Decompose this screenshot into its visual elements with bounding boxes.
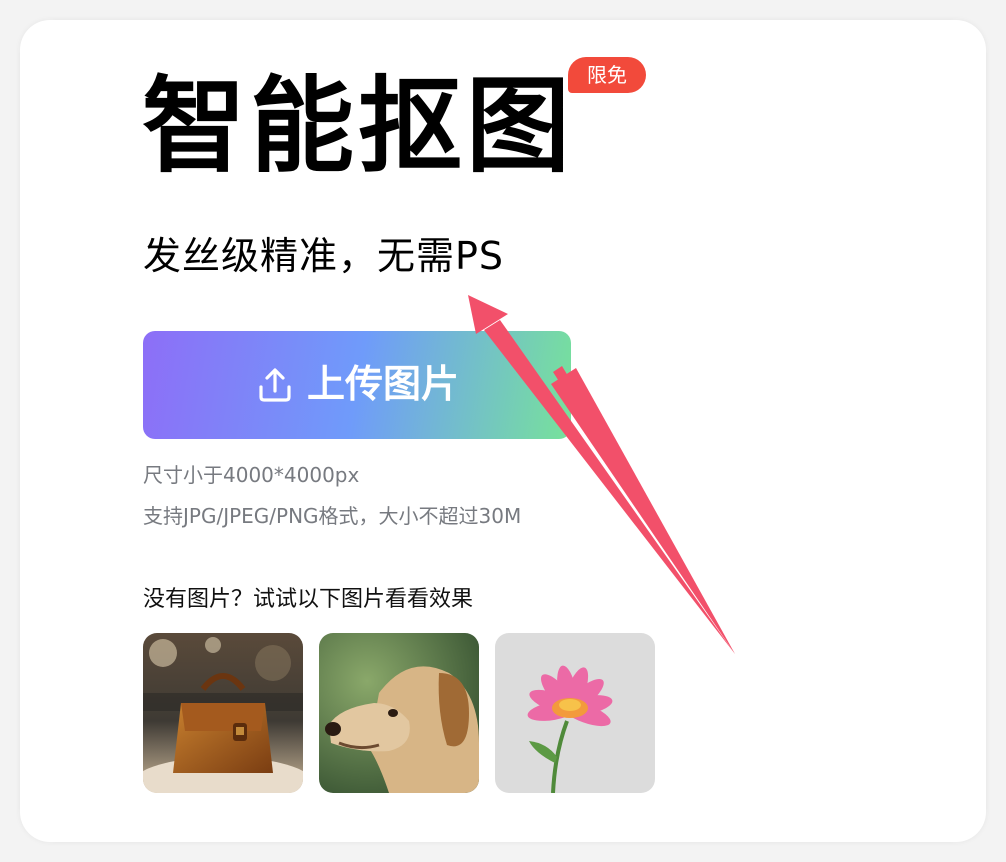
upload-icon (255, 365, 295, 405)
page-title: 智能抠图 (142, 65, 575, 187)
sample-image-dog[interactable] (319, 633, 479, 793)
size-hint: 尺寸小于4000*4000px (143, 463, 360, 487)
sample-image-flower[interactable] (495, 633, 655, 793)
samples-title: 没有图片？试试以下图片看看效果 (143, 587, 474, 612)
upload-button-label: 上传图片 (306, 364, 459, 406)
page-subtitle: 发丝级精准，无需PS (143, 234, 505, 278)
format-hint: 支持JPG/JPEG/PNG格式，大小不超过30M (143, 504, 522, 528)
upload-image-button[interactable]: 上传图片 (143, 331, 571, 439)
sample-image-handbag[interactable] (143, 633, 303, 793)
free-badge: 限免 (568, 57, 646, 93)
